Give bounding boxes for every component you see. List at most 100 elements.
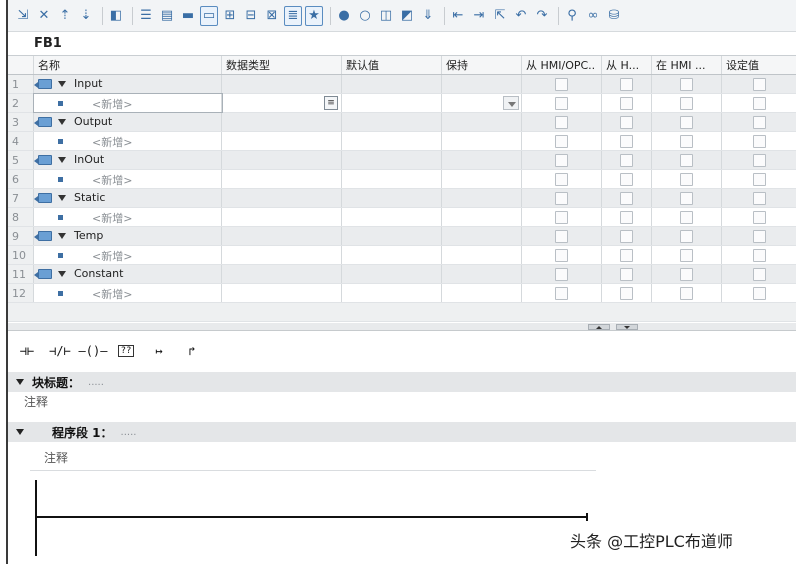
cell-hmi-accessible[interactable] xyxy=(522,246,602,264)
checkbox[interactable] xyxy=(620,115,633,129)
cell-hmi-writable[interactable] xyxy=(602,75,652,93)
checkbox[interactable] xyxy=(555,172,568,186)
normally-open-contact-icon[interactable]: ⊣⊢ xyxy=(12,338,42,364)
checkbox[interactable] xyxy=(680,153,693,167)
go-to-icon[interactable]: ⇤ xyxy=(449,6,467,26)
checkbox[interactable] xyxy=(555,153,568,167)
breakpoint-set-icon[interactable]: ● xyxy=(335,6,353,26)
cell-name[interactable]: <新增> xyxy=(34,246,222,264)
checkbox[interactable] xyxy=(555,191,568,205)
ladder-rung[interactable] xyxy=(35,516,587,518)
cell-default[interactable] xyxy=(342,151,442,169)
col-hmi-visible[interactable]: 在 HMI ... xyxy=(652,56,722,74)
compile-icon[interactable]: ⇓ xyxy=(419,6,437,26)
table-row[interactable]: 8 <新增> xyxy=(8,208,796,227)
cell-setpoint[interactable] xyxy=(722,189,796,207)
expand-triangle-icon[interactable] xyxy=(58,195,66,201)
cell-hmi-visible[interactable] xyxy=(652,227,722,245)
checkbox[interactable] xyxy=(620,210,633,224)
table-row[interactable]: 7 Static xyxy=(8,189,796,208)
cell-setpoint[interactable] xyxy=(722,265,796,283)
cell-hmi-accessible[interactable] xyxy=(522,227,602,245)
cell-default[interactable] xyxy=(342,265,442,283)
splitter-down-icon[interactable] xyxy=(616,324,638,330)
cell-datatype[interactable] xyxy=(222,227,342,245)
indent-icon[interactable]: ☰ xyxy=(137,6,155,26)
expand-triangle-icon[interactable] xyxy=(58,271,66,277)
cell-name[interactable]: <新增> xyxy=(34,208,222,226)
cell-datatype[interactable] xyxy=(222,132,342,150)
cell-hmi-writable[interactable] xyxy=(602,151,652,169)
checkbox[interactable] xyxy=(680,96,693,110)
cell-default[interactable] xyxy=(342,170,442,188)
checkbox[interactable] xyxy=(555,115,568,129)
cell-setpoint[interactable] xyxy=(722,75,796,93)
cell-hmi-visible[interactable] xyxy=(652,246,722,264)
close-branch-icon[interactable]: ↱ xyxy=(177,338,207,364)
table-row[interactable]: 12 <新增> xyxy=(8,284,796,303)
cell-hmi-accessible[interactable] xyxy=(522,170,602,188)
cell-name[interactable]: <新增> xyxy=(34,132,222,150)
cell-default[interactable] xyxy=(342,75,442,93)
cell-retain[interactable] xyxy=(442,284,522,302)
expand-triangle-icon[interactable] xyxy=(58,233,66,239)
network-expand-icon[interactable]: ⊠ xyxy=(263,6,281,26)
cell-hmi-visible[interactable] xyxy=(652,189,722,207)
table-row[interactable]: 4 <新增> xyxy=(8,132,796,151)
cell-default[interactable] xyxy=(342,284,442,302)
next-icon[interactable]: ↷ xyxy=(533,6,551,26)
cell-retain[interactable] xyxy=(442,94,522,112)
cell-hmi-visible[interactable] xyxy=(652,132,722,150)
comment-icon[interactable]: ▭ xyxy=(200,5,218,26)
cell-hmi-accessible[interactable] xyxy=(522,113,602,131)
cell-default[interactable] xyxy=(342,189,442,207)
cell-name[interactable]: InOut xyxy=(34,151,222,169)
cell-retain[interactable] xyxy=(442,75,522,93)
cell-datatype[interactable] xyxy=(222,208,342,226)
cell-datatype[interactable] xyxy=(222,246,342,264)
cell-retain[interactable] xyxy=(442,227,522,245)
cell-setpoint[interactable] xyxy=(722,284,796,302)
cell-hmi-visible[interactable] xyxy=(652,208,722,226)
cell-name[interactable]: Output xyxy=(34,113,222,131)
col-retain[interactable]: 保持 xyxy=(442,56,522,74)
cell-retain[interactable] xyxy=(442,113,522,131)
cell-datatype[interactable]: ≡ xyxy=(222,94,342,112)
cell-setpoint[interactable] xyxy=(722,246,796,264)
table-row[interactable]: 11 Constant xyxy=(8,265,796,284)
checkbox[interactable] xyxy=(680,248,693,262)
cell-default[interactable] xyxy=(342,132,442,150)
table-row[interactable]: 6 <新增> xyxy=(8,170,796,189)
cell-hmi-writable[interactable] xyxy=(602,113,652,131)
block-icon[interactable]: ▤ xyxy=(158,6,176,26)
remove-pin-icon[interactable]: ⇣ xyxy=(77,6,95,26)
checkbox[interactable] xyxy=(555,77,568,91)
cell-retain[interactable] xyxy=(442,170,522,188)
checkbox[interactable] xyxy=(680,210,693,224)
cell-retain[interactable] xyxy=(442,189,522,207)
checkbox[interactable] xyxy=(620,286,633,300)
checkbox[interactable] xyxy=(555,286,568,300)
cell-default[interactable] xyxy=(342,113,442,131)
cell-name[interactable]: Input xyxy=(34,75,222,93)
cell-hmi-visible[interactable] xyxy=(652,170,722,188)
step-out-icon[interactable]: ⇱ xyxy=(491,6,509,26)
checkbox[interactable] xyxy=(752,153,766,167)
col-setpoint[interactable]: 设定值 xyxy=(722,56,796,74)
expand-icon[interactable]: ⊞ xyxy=(221,6,239,26)
cell-hmi-writable[interactable] xyxy=(602,284,652,302)
collapse-arrow-icon[interactable] xyxy=(16,429,24,435)
checkbox[interactable] xyxy=(555,229,568,243)
add-new-placeholder[interactable]: <新增> xyxy=(92,172,132,188)
col-datatype[interactable]: 数据类型 xyxy=(222,56,342,74)
cell-hmi-writable[interactable] xyxy=(602,189,652,207)
cell-default[interactable] xyxy=(342,227,442,245)
expand-triangle-icon[interactable] xyxy=(58,119,66,125)
table-row-empty[interactable] xyxy=(8,303,796,322)
add-new-placeholder[interactable]: <新增> xyxy=(92,96,132,112)
block-title-value[interactable]: ..... xyxy=(88,377,104,388)
cell-hmi-visible[interactable] xyxy=(652,113,722,131)
expand-triangle-icon[interactable] xyxy=(58,81,66,87)
checkbox[interactable] xyxy=(680,191,693,205)
table-row[interactable]: 2 <新增> ≡ xyxy=(8,93,796,113)
